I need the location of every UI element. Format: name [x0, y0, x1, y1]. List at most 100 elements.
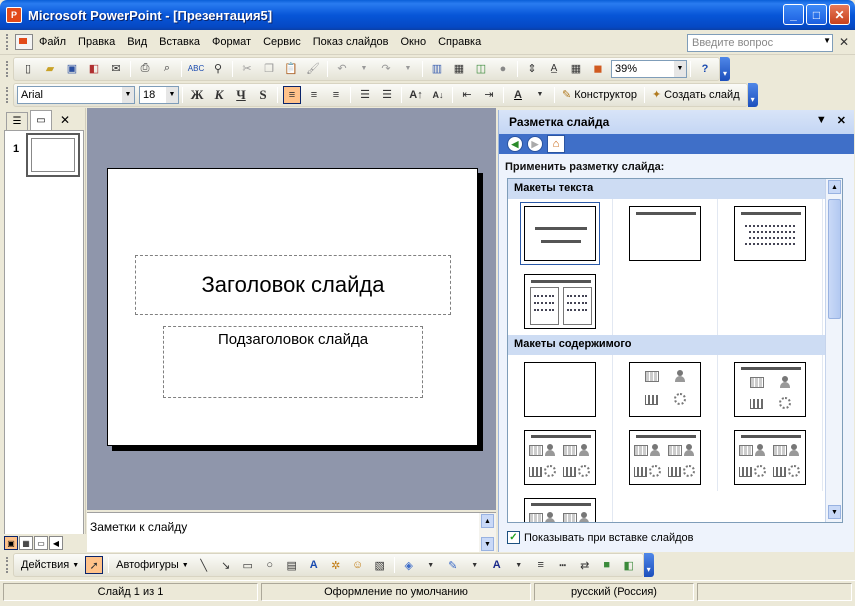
- diagram-icon[interactable]: ✲: [327, 556, 345, 574]
- minimize-button[interactable]: _: [783, 4, 804, 25]
- color-grayscale-icon[interactable]: ◼: [589, 60, 607, 78]
- expand-all-icon[interactable]: ⇕: [523, 60, 541, 78]
- document-icon[interactable]: [15, 34, 33, 50]
- toolbar-grip[interactable]: [6, 557, 9, 573]
- layout-title-mixed-content[interactable]: [718, 423, 823, 491]
- spelling-icon[interactable]: ABC: [187, 60, 205, 78]
- layout-gallery-scrollbar[interactable]: ▲ ▼: [825, 179, 842, 522]
- slideshow-view-icon[interactable]: ▭: [34, 536, 48, 550]
- italic-button[interactable]: К: [210, 86, 228, 104]
- chevron-down-icon[interactable]: ▼: [166, 86, 178, 103]
- align-right-icon[interactable]: ≡: [327, 86, 345, 104]
- email-icon[interactable]: ✉: [107, 60, 125, 78]
- chevron-down-icon[interactable]: ▼: [674, 60, 686, 77]
- back-icon[interactable]: ◀: [507, 136, 523, 152]
- home-icon[interactable]: ⌂: [547, 135, 565, 153]
- outline-tab[interactable]: ☰: [6, 112, 28, 130]
- layout-title-slide[interactable]: [508, 199, 613, 267]
- layout-content[interactable]: [613, 355, 718, 423]
- help-icon[interactable]: ?: [696, 60, 714, 78]
- copy-icon[interactable]: ❐: [260, 60, 278, 78]
- toolbar-options-icon[interactable]: ▾: [720, 56, 730, 81]
- scroll-down-icon[interactable]: ▼: [828, 505, 841, 519]
- permission-icon[interactable]: ◧: [85, 60, 103, 78]
- layout-two-column-text[interactable]: [508, 267, 613, 335]
- undo-dropdown-icon[interactable]: ▼: [355, 60, 373, 78]
- notes-pane[interactable]: Заметки к слайду ▲ ▼: [87, 512, 496, 553]
- line-color-dropdown-icon[interactable]: ▼: [466, 556, 484, 574]
- font-size-combo[interactable]: 18 ▼: [139, 85, 179, 104]
- underline-button[interactable]: Ч: [232, 86, 250, 104]
- actions-menu[interactable]: Действия ▼: [17, 559, 83, 571]
- subtitle-placeholder[interactable]: Подзаголовок слайда: [163, 326, 423, 398]
- powerpoint-app-icon[interactable]: P: [6, 7, 22, 23]
- research-icon[interactable]: ⚲: [209, 60, 227, 78]
- toolbar-grip[interactable]: [6, 60, 9, 77]
- insert-table-icon[interactable]: ▦: [450, 60, 468, 78]
- insert-chart-icon[interactable]: ▥: [428, 60, 446, 78]
- layout-title-content-partial[interactable]: [508, 491, 613, 522]
- slide-thumbnail[interactable]: [26, 133, 80, 177]
- select-pointer-icon[interactable]: ➚: [85, 556, 104, 574]
- menu-tools[interactable]: Сервис: [257, 36, 307, 48]
- print-preview-icon[interactable]: ⌕: [158, 60, 176, 78]
- line-style-icon[interactable]: ≡: [532, 556, 550, 574]
- menu-window[interactable]: Окно: [395, 36, 433, 48]
- panel-close-icon[interactable]: ✕: [60, 113, 70, 127]
- design-button[interactable]: ✎ Конструктор: [558, 88, 641, 102]
- scroll-down-icon[interactable]: ▼: [481, 537, 494, 551]
- numbering-icon[interactable]: ☰: [356, 86, 374, 104]
- document-close-icon[interactable]: ✕: [839, 35, 849, 49]
- bullets-icon[interactable]: ☰: [378, 86, 396, 104]
- decrease-indent-icon[interactable]: ⇤: [458, 86, 476, 104]
- toolbar-options-icon[interactable]: ▾: [747, 82, 758, 107]
- show-formatting-icon[interactable]: A̲: [545, 60, 563, 78]
- menu-file[interactable]: Файл: [33, 36, 72, 48]
- zoom-combo[interactable]: 39% ▼: [611, 59, 687, 78]
- chevron-down-icon[interactable]: ▼: [823, 36, 831, 45]
- normal-view-icon[interactable]: ▣: [4, 536, 18, 550]
- line-color-icon[interactable]: ✎: [444, 556, 462, 574]
- task-pane-close-icon[interactable]: ✕: [837, 114, 846, 127]
- wordart-icon[interactable]: A: [305, 556, 323, 574]
- title-placeholder[interactable]: Заголовок слайда: [135, 255, 451, 315]
- show-on-insert-checkbox[interactable]: ✓: [507, 531, 520, 544]
- redo-icon[interactable]: ↷: [377, 60, 395, 78]
- font-color-icon[interactable]: A: [509, 86, 527, 104]
- menu-format[interactable]: Формат: [206, 36, 257, 48]
- increase-indent-icon[interactable]: ⇥: [480, 86, 498, 104]
- line-icon[interactable]: ╲: [195, 556, 213, 574]
- bold-button[interactable]: Ж: [188, 86, 206, 104]
- textbox-icon[interactable]: ▤: [283, 556, 301, 574]
- 3d-style-icon[interactable]: ◧: [620, 556, 638, 574]
- notes-scrollbar[interactable]: ▲ ▼: [479, 513, 496, 553]
- align-left-icon[interactable]: ≡: [283, 85, 301, 104]
- open-folder-icon[interactable]: ▰: [41, 60, 59, 78]
- slides-tab[interactable]: ▭: [30, 110, 52, 130]
- new-slide-button[interactable]: ✦ Создать слайд: [648, 88, 744, 102]
- menu-edit[interactable]: Правка: [72, 36, 121, 48]
- task-pane-menu-icon[interactable]: ▼: [816, 114, 827, 127]
- layout-title-text[interactable]: [718, 199, 823, 267]
- show-grid-icon[interactable]: ▦: [567, 60, 585, 78]
- status-design[interactable]: Оформление по умолчанию: [261, 582, 531, 601]
- redo-dropdown-icon[interactable]: ▼: [399, 60, 417, 78]
- decrease-font-icon[interactable]: A↓: [429, 86, 447, 104]
- font-combo[interactable]: Arial ▼: [17, 85, 135, 104]
- cut-icon[interactable]: ✂: [238, 60, 256, 78]
- slide-sorter-view-icon[interactable]: ▦: [19, 536, 33, 550]
- fill-color-icon[interactable]: ◈: [400, 556, 418, 574]
- format-painter-icon[interactable]: 🖌: [304, 60, 322, 78]
- picture-icon[interactable]: ▧: [371, 556, 389, 574]
- layout-title-four-content[interactable]: [613, 423, 718, 491]
- arrow-icon[interactable]: ↘: [217, 556, 235, 574]
- forward-icon[interactable]: ▶: [527, 136, 543, 152]
- new-document-icon[interactable]: ▯: [19, 60, 37, 78]
- scroll-up-icon[interactable]: ▲: [828, 180, 841, 194]
- close-button[interactable]: ✕: [829, 4, 850, 25]
- layout-title-only[interactable]: [613, 199, 718, 267]
- arrow-style-icon[interactable]: ⇄: [576, 556, 594, 574]
- chevron-down-icon[interactable]: ▼: [122, 86, 134, 103]
- scroll-left-icon[interactable]: ◀: [49, 536, 63, 550]
- shadow-button[interactable]: S: [254, 86, 272, 104]
